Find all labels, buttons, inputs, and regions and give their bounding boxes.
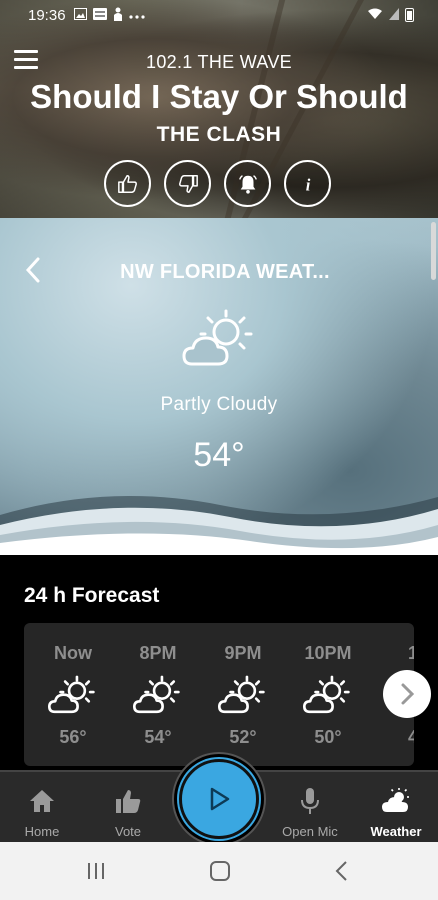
thumbs-up-icon xyxy=(116,790,141,813)
forecast-hour: 9PM xyxy=(224,643,262,663)
status-time: 19:36 xyxy=(28,6,66,24)
partly-cloudy-icon xyxy=(133,675,180,714)
nav-label: Weather xyxy=(370,824,422,839)
hourly-forecast-list[interactable]: Now 56° 8PM 54° 9PM 52° 10PM 50° 1 4 xyxy=(24,623,414,766)
forecast-temp: 56° xyxy=(59,727,87,747)
forecast-hour-item: 10PM 50° xyxy=(290,623,366,766)
image-icon xyxy=(73,7,87,23)
system-home-button[interactable] xyxy=(200,856,240,886)
nav-home[interactable]: Home xyxy=(0,772,84,842)
station-badge-icon xyxy=(92,7,107,23)
partly-cloudy-icon xyxy=(303,675,350,714)
recent-apps-button[interactable] xyxy=(76,856,116,886)
svg-text:i: i xyxy=(305,175,310,194)
nav-label: Vote xyxy=(114,824,142,839)
system-navigation-bar xyxy=(0,842,438,900)
forecast-temp: 52° xyxy=(229,727,257,747)
more-dots-icon xyxy=(128,8,145,22)
decorative-waves xyxy=(0,496,438,555)
station-name: 102.1 THE WAVE xyxy=(146,52,292,72)
nav-vote[interactable]: Vote xyxy=(86,772,170,842)
play-icon xyxy=(210,787,230,811)
forecast-hour: 10PM xyxy=(304,643,352,663)
forecast-hour: 8PM xyxy=(139,643,177,663)
home-icon xyxy=(30,790,54,812)
thumbs-down-button[interactable] xyxy=(164,160,211,207)
microphone-icon xyxy=(301,788,319,814)
status-bar: 19:36 xyxy=(0,0,438,30)
partly-cloudy-icon xyxy=(182,309,253,366)
song-actions: i xyxy=(104,160,331,207)
forecast-next-button[interactable] xyxy=(383,670,431,718)
forecast-temp: 4 xyxy=(407,727,414,747)
weather-panel: NW FLORIDA WEAT... Partly Cloudy 54° xyxy=(0,218,438,555)
info-button[interactable]: i xyxy=(284,160,331,207)
forecast-hour-item: 8PM 54° xyxy=(120,623,196,766)
thumbs-up-icon xyxy=(117,174,137,193)
battery-icon xyxy=(405,8,414,22)
play-button[interactable] xyxy=(172,752,266,846)
weather-location: NW FLORIDA WEAT... xyxy=(120,261,330,283)
partly-cloudy-icon xyxy=(218,675,265,714)
chevron-right-icon xyxy=(401,683,415,705)
nav-label: Open Mic xyxy=(282,824,338,839)
system-back-button[interactable] xyxy=(322,856,362,886)
wifi-icon xyxy=(367,7,383,24)
play-button-inner xyxy=(179,759,259,839)
home-circle-icon xyxy=(210,861,230,881)
recent-apps-icon xyxy=(88,863,104,879)
nav-weather[interactable]: Weather xyxy=(354,772,438,842)
thumbs-down-icon xyxy=(178,174,198,193)
alarm-bell-icon xyxy=(238,174,257,194)
forecast-hour: 1 xyxy=(407,643,414,663)
forecast-hour-item: 9PM 52° xyxy=(205,623,281,766)
nav-label: Home xyxy=(24,824,60,839)
weather-cloud-icon xyxy=(382,788,409,812)
weather-condition: Partly Cloudy xyxy=(160,394,278,415)
forecast-hour-item: Now 56° xyxy=(35,623,111,766)
now-playing-header: 19:36 102.1 THE WAVE Should I Stay Or Sh… xyxy=(0,0,438,218)
partly-cloudy-icon xyxy=(48,675,95,714)
chevron-left-icon xyxy=(25,257,40,283)
scrollbar[interactable] xyxy=(431,222,436,280)
artist-name: THE CLASH xyxy=(156,123,282,146)
back-button[interactable] xyxy=(22,256,44,284)
song-title: Should I Stay Or Should xyxy=(30,78,408,115)
person-icon xyxy=(113,7,123,24)
forecast-temp: 54° xyxy=(144,727,172,747)
nav-open-mic[interactable]: Open Mic xyxy=(268,772,352,842)
signal-icon xyxy=(389,7,399,24)
forecast-temp: 50° xyxy=(314,727,342,747)
alarm-button[interactable] xyxy=(224,160,271,207)
back-chevron-icon xyxy=(335,861,347,881)
forecast-hour: Now xyxy=(54,643,92,663)
current-temperature: 54° xyxy=(193,436,245,474)
thumbs-up-button[interactable] xyxy=(104,160,151,207)
info-icon: i xyxy=(305,175,310,194)
forecast-title: 24 h Forecast xyxy=(24,584,160,607)
